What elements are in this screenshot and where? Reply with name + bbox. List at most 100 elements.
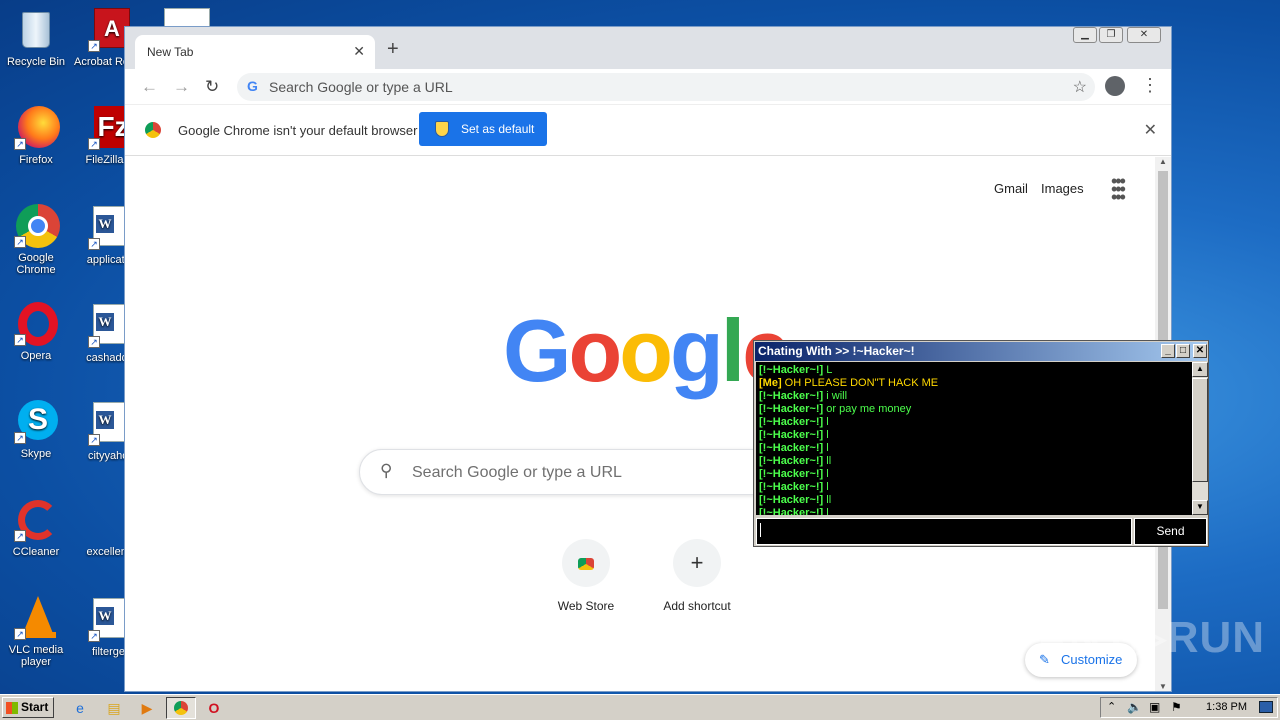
chat-minimize-icon[interactable]: _ [1161, 344, 1175, 358]
chat-scroll-up-icon[interactable]: ▲ [1192, 362, 1208, 377]
browser-toolbar: ← → ↻ G Search Google or type a URL ☆ ⋮ [125, 69, 1171, 105]
desktop-icon-ccleaner[interactable]: ↗ CCleaner [0, 498, 72, 558]
chat-message: [!~Hacker~!] l [759, 429, 1189, 442]
chat-text: ll [826, 455, 832, 467]
skype-icon: S ↗ [14, 400, 58, 444]
desktop-icon-skype[interactable]: S ↗ Skype [0, 400, 72, 460]
gmail-link[interactable]: Gmail [994, 181, 1028, 196]
chat-text: l [826, 429, 829, 441]
chat-log: [!~Hacker~!] L [Me] OH PLEASE DON"T HACK … [756, 362, 1192, 515]
web-store-icon [562, 539, 610, 587]
chat-scrollbar[interactable]: ▲ ▼ [1192, 362, 1208, 515]
media-player-taskbar-icon[interactable]: ▶ [137, 698, 157, 718]
restore-button[interactable]: ❐ [1099, 27, 1123, 43]
apps-grid-icon[interactable]: ••• ••• ••• [1111, 172, 1126, 206]
back-icon[interactable]: ← [141, 77, 158, 97]
chat-message-input[interactable] [756, 518, 1132, 545]
restore-icon: ❐ [1106, 29, 1116, 40]
shortcut-arrow-icon: ↗ [88, 630, 100, 642]
shortcut-label: Add shortcut [663, 599, 731, 613]
shortcut-arrow-icon: ↗ [14, 236, 26, 248]
desktop-icon-label: VLC media player [8, 644, 64, 668]
chat-title: Chating With >> !~Hacker~! [758, 344, 915, 358]
images-link[interactable]: Images [1041, 181, 1084, 196]
show-desktop-icon[interactable] [1259, 701, 1273, 713]
chat-message: [!~Hacker~!] i will [759, 390, 1189, 403]
chat-message: [!~Hacker~!] l [759, 507, 1189, 515]
new-tab-button[interactable]: + [387, 39, 399, 59]
chat-sender: [!~Hacker~!] [759, 429, 824, 441]
chat-window: Chating With >> !~Hacker~! _ □ ✕ [!~Hack… [753, 340, 1209, 547]
desktop-icon-label: CCleaner [12, 546, 60, 558]
profile-avatar-icon[interactable] [1105, 76, 1125, 96]
chat-sender: [!~Hacker~!] [759, 468, 824, 480]
shortcut-arrow-icon: ↗ [88, 434, 100, 446]
minimize-button[interactable]: ▁ [1073, 27, 1097, 43]
tray-expand-icon[interactable]: ⌃ [1107, 700, 1116, 713]
shortcut-arrow-icon: ↗ [14, 334, 26, 346]
chat-scroll-thumb[interactable] [1192, 378, 1208, 482]
address-bar-placeholder: Search Google or type a URL [269, 79, 453, 95]
scroll-up-arrow-icon[interactable]: ▲ [1159, 157, 1167, 166]
tab-new-tab[interactable]: New Tab ✕ [135, 35, 375, 69]
shortcut-web-store[interactable]: Web Store [530, 539, 642, 613]
chat-sender: [!~Hacker~!] [759, 507, 824, 515]
chat-text: i will [826, 390, 848, 402]
chat-text: or pay me money [826, 403, 912, 415]
tab-close-icon[interactable]: ✕ [353, 43, 365, 60]
shortcut-arrow-icon: ↗ [14, 628, 26, 640]
chat-sender: [!~Hacker~!] [759, 494, 824, 506]
chat-sender: [!~Hacker~!] [759, 442, 824, 454]
set-as-default-button[interactable]: Set as default [419, 112, 547, 146]
desktop-icon-chrome[interactable]: ↗ Google Chrome [0, 204, 72, 276]
action-center-flag-icon[interactable]: ⚑ [1171, 700, 1182, 714]
vlc-icon: ↗ [14, 596, 58, 640]
explorer-taskbar-icon[interactable]: ▤ [104, 698, 124, 718]
chat-text: l [826, 468, 829, 480]
desktop-icon-label: Recycle Bin [6, 56, 66, 68]
chat-sender: [!~Hacker~!] [759, 416, 824, 428]
infobar-close-icon[interactable]: ✕ [1144, 120, 1157, 140]
chat-close-icon[interactable]: ✕ [1193, 344, 1207, 358]
taskbar: Start e ▤ ▶ O ⌃ 🔈 ▣ ⚑ 1:38 PM [0, 694, 1280, 720]
chat-text: l [826, 416, 829, 428]
chat-sender: [!~Hacker~!] [759, 403, 824, 415]
desktop-icon-firefox[interactable]: ↗ Firefox [0, 106, 72, 166]
clock[interactable]: 1:38 PM [1206, 701, 1247, 713]
shortcut-label: Web Store [557, 599, 615, 613]
chat-message: [!~Hacker~!] l [759, 481, 1189, 494]
chat-send-button[interactable]: Send [1134, 518, 1207, 545]
desktop-icon-vlc[interactable]: ↗ VLC media player [0, 596, 72, 668]
start-button[interactable]: Start [2, 697, 54, 718]
close-window-button[interactable]: ✕ [1127, 27, 1161, 43]
windows-logo-icon [6, 702, 18, 714]
shortcut-arrow-icon: ↗ [88, 336, 100, 348]
default-browser-infobar: Google Chrome isn't your default browser… [125, 106, 1171, 156]
shortcut-arrow-icon: ↗ [88, 238, 100, 250]
network-icon[interactable]: ▣ [1149, 700, 1160, 714]
address-bar[interactable]: G Search Google or type a URL ☆ [237, 73, 1095, 101]
volume-icon[interactable]: 🔈 [1127, 700, 1142, 714]
desktop-icon-recycle-bin[interactable]: Recycle Bin [0, 8, 72, 68]
reload-icon[interactable]: ↻ [205, 77, 219, 97]
ie-taskbar-icon[interactable]: e [70, 698, 90, 718]
chat-text: l [826, 481, 829, 493]
opera-icon: ↗ [14, 302, 58, 346]
chat-scroll-down-icon[interactable]: ▼ [1192, 500, 1208, 515]
chat-sender: [!~Hacker~!] [759, 481, 824, 493]
infobar-message: Google Chrome isn't your default browser [178, 123, 418, 138]
forward-icon[interactable]: → [173, 77, 190, 97]
desktop-icon-opera[interactable]: ↗ Opera [0, 302, 72, 362]
shortcut-add[interactable]: + Add shortcut [641, 539, 753, 613]
bookmark-star-icon[interactable]: ☆ [1073, 77, 1087, 97]
shortcut-arrow-icon: ↗ [88, 40, 100, 52]
chrome-taskbar-button[interactable] [166, 697, 196, 719]
chrome-taskbar-icon [174, 701, 188, 715]
opera-taskbar-icon[interactable]: O [204, 698, 224, 718]
chat-maximize-icon[interactable]: □ [1176, 344, 1190, 358]
chat-message: [!~Hacker~!] l [759, 468, 1189, 481]
chat-sender: [!~Hacker~!] [759, 455, 824, 467]
menu-dots-icon[interactable]: ⋮ [1141, 75, 1159, 96]
close-icon: ✕ [1139, 29, 1149, 40]
scroll-down-arrow-icon[interactable]: ▼ [1159, 682, 1167, 691]
